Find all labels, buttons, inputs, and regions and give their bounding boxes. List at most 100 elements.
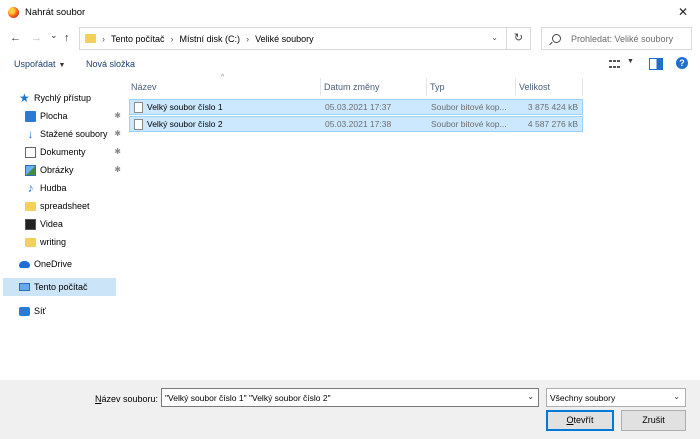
file-name: Velký soubor číslo 1 — [147, 102, 223, 112]
sidebar-item-label: Dokumenty — [40, 147, 86, 157]
file-name: Velký soubor číslo 2 — [147, 119, 223, 129]
command-toolbar: Uspořádat ▼ Nová složka ▼ ? — [0, 54, 700, 76]
sidebar-item-videos[interactable]: Videa — [25, 215, 63, 233]
view-options-caret-icon[interactable]: ▼ — [627, 58, 634, 65]
open-mnemonic: O — [566, 415, 574, 425]
sidebar-item-label: OneDrive — [34, 259, 73, 269]
file-type-filter-value: Všechny soubory — [550, 393, 616, 403]
search-placeholder[interactable]: Prohledat: Veliké soubory — [571, 34, 673, 44]
sidebar-item-music[interactable]: ♪ Hudba — [25, 179, 67, 197]
sidebar-item-onedrive[interactable]: OneDrive — [19, 255, 72, 273]
music-icon: ♪ — [27, 180, 34, 195]
file-type-filter-select[interactable]: Všechny soubory ⌄ — [546, 388, 686, 407]
open-label: tevřít — [573, 415, 594, 425]
filter-dropdown-chevron-icon: ⌄ — [673, 392, 680, 401]
sidebar-item-this-pc[interactable]: Tento počítač — [19, 278, 88, 296]
folder-icon — [25, 202, 36, 211]
folder-icon — [85, 34, 96, 43]
navigation-pane: ★ Rychlý přístup Plocha ✱ ↓ Stažené soub… — [0, 78, 124, 380]
back-arrow-icon[interactable]: ← — [10, 32, 21, 44]
column-header-type[interactable]: Typ — [427, 78, 516, 96]
table-row[interactable]: Velký soubor číslo 1 05.03.2021 17:37 So… — [129, 99, 583, 115]
sidebar-item-label: Videa — [40, 219, 63, 229]
column-header-size[interactable]: Velikost — [516, 78, 583, 96]
preview-pane-icon[interactable] — [649, 58, 663, 70]
firefox-icon — [8, 6, 19, 18]
sidebar-item-network[interactable]: Síť — [19, 302, 46, 320]
download-icon: ↓ — [27, 126, 34, 141]
sidebar-item-desktop[interactable]: Plocha ✱ — [25, 107, 121, 125]
column-header-name[interactable]: Název — [128, 78, 321, 96]
filename-dropdown-chevron-icon[interactable]: ⌄ — [527, 392, 534, 401]
filename-label-text: ázev souboru: — [101, 394, 159, 404]
breadcrumb-local-disk[interactable]: Místní disk (C:) — [180, 34, 241, 44]
network-icon — [19, 306, 30, 316]
file-icon — [134, 119, 143, 130]
filename-value: "Velký soubor číslo 1" "Velký soubor čís… — [165, 393, 331, 403]
pin-icon: ✱ — [114, 129, 121, 138]
file-list: ^ Název Datum změny Typ Velikost Velký s… — [128, 74, 700, 380]
breadcrumb-separator: › — [246, 33, 250, 44]
breadcrumb-this-pc[interactable]: Tento počítač — [111, 34, 165, 44]
window-title: Nahrát soubor — [25, 6, 86, 18]
sidebar-item-documents[interactable]: Dokumenty ✱ — [25, 143, 121, 161]
title-bar: Nahrát soubor ✕ — [0, 0, 700, 24]
filename-label: Název souboru: — [95, 394, 158, 404]
sidebar-item-downloads[interactable]: ↓ Stažené soubory ✱ — [25, 125, 122, 143]
table-row[interactable]: Velký soubor číslo 2 05.03.2021 17:38 So… — [129, 116, 583, 132]
forward-arrow-icon[interactable]: → — [31, 32, 42, 44]
folder-icon — [25, 238, 36, 247]
refresh-icon[interactable]: ↻ — [506, 28, 530, 49]
navigation-bar: ← → ⌄ ↑ › Tento počítač › Místní disk (C… — [0, 24, 700, 54]
sidebar-item-quick-access[interactable]: ★ Rychlý přístup — [19, 89, 91, 107]
cancel-button[interactable]: Zrušit — [621, 410, 686, 431]
sidebar-item-label: writing — [40, 237, 67, 247]
file-date: 05.03.2021 17:38 — [325, 119, 392, 129]
sidebar-item-spreadsheet[interactable]: spreadsheet — [25, 197, 90, 215]
file-size: 3 875 424 kB — [527, 102, 578, 112]
file-size: 4 587 276 kB — [527, 119, 578, 129]
pin-icon: ✱ — [114, 147, 121, 156]
star-icon: ★ — [19, 90, 30, 105]
view-options-icon[interactable] — [608, 58, 622, 70]
pictures-icon — [25, 164, 36, 176]
organize-button[interactable]: Uspořádat ▼ — [14, 59, 65, 69]
filename-input[interactable]: "Velký soubor číslo 1" "Velký soubor čís… — [161, 388, 539, 407]
up-arrow-icon[interactable]: ↑ — [64, 32, 70, 44]
sidebar-item-label: spreadsheet — [40, 201, 90, 211]
cloud-icon — [19, 260, 30, 268]
document-icon — [25, 146, 36, 158]
sidebar-item-label: Síť — [34, 306, 46, 316]
file-type: Soubor bitové kop... — [431, 102, 507, 112]
column-header-date[interactable]: Datum změny — [321, 78, 427, 96]
file-icon — [134, 102, 143, 113]
breadcrumb-separator: › — [170, 33, 174, 44]
video-icon — [25, 218, 36, 230]
sidebar-item-label: Hudba — [40, 183, 67, 193]
open-button[interactable]: Otevřít — [546, 410, 614, 431]
dialog-footer: Název souboru: "Velký soubor číslo 1" "V… — [0, 380, 700, 439]
address-bar[interactable]: › Tento počítač › Místní disk (C:) › Vel… — [79, 27, 531, 50]
breadcrumb-separator: › — [102, 33, 105, 44]
breadcrumb-large-files[interactable]: Veliké soubory — [255, 34, 314, 44]
help-icon[interactable]: ? — [676, 57, 688, 69]
sidebar-item-label: Rychlý přístup — [34, 93, 92, 103]
search-box[interactable]: Prohledat: Veliké soubory — [541, 27, 692, 50]
sidebar-item-pictures[interactable]: Obrázky ✱ — [25, 161, 121, 179]
sidebar-item-label: Tento počítač — [34, 282, 88, 292]
sidebar-item-label: Stažené soubory — [40, 129, 108, 139]
organize-label: Uspořádat — [14, 59, 56, 69]
new-folder-button[interactable]: Nová složka — [86, 59, 135, 69]
computer-icon — [19, 283, 30, 291]
organize-caret-icon: ▼ — [58, 62, 66, 69]
sidebar-item-label: Plocha — [40, 111, 68, 121]
sidebar-item-writing[interactable]: writing — [25, 233, 66, 251]
sidebar-item-label: Obrázky — [40, 165, 74, 175]
recent-locations-chevron-icon[interactable]: ⌄ — [50, 30, 58, 41]
pin-icon: ✱ — [114, 165, 121, 174]
address-dropdown-chevron-icon[interactable]: ⌄ — [491, 33, 498, 42]
file-type: Soubor bitové kop... — [431, 119, 507, 129]
close-icon[interactable]: ✕ — [678, 5, 688, 19]
desktop-icon — [25, 110, 36, 122]
file-date: 05.03.2021 17:37 — [325, 102, 392, 112]
